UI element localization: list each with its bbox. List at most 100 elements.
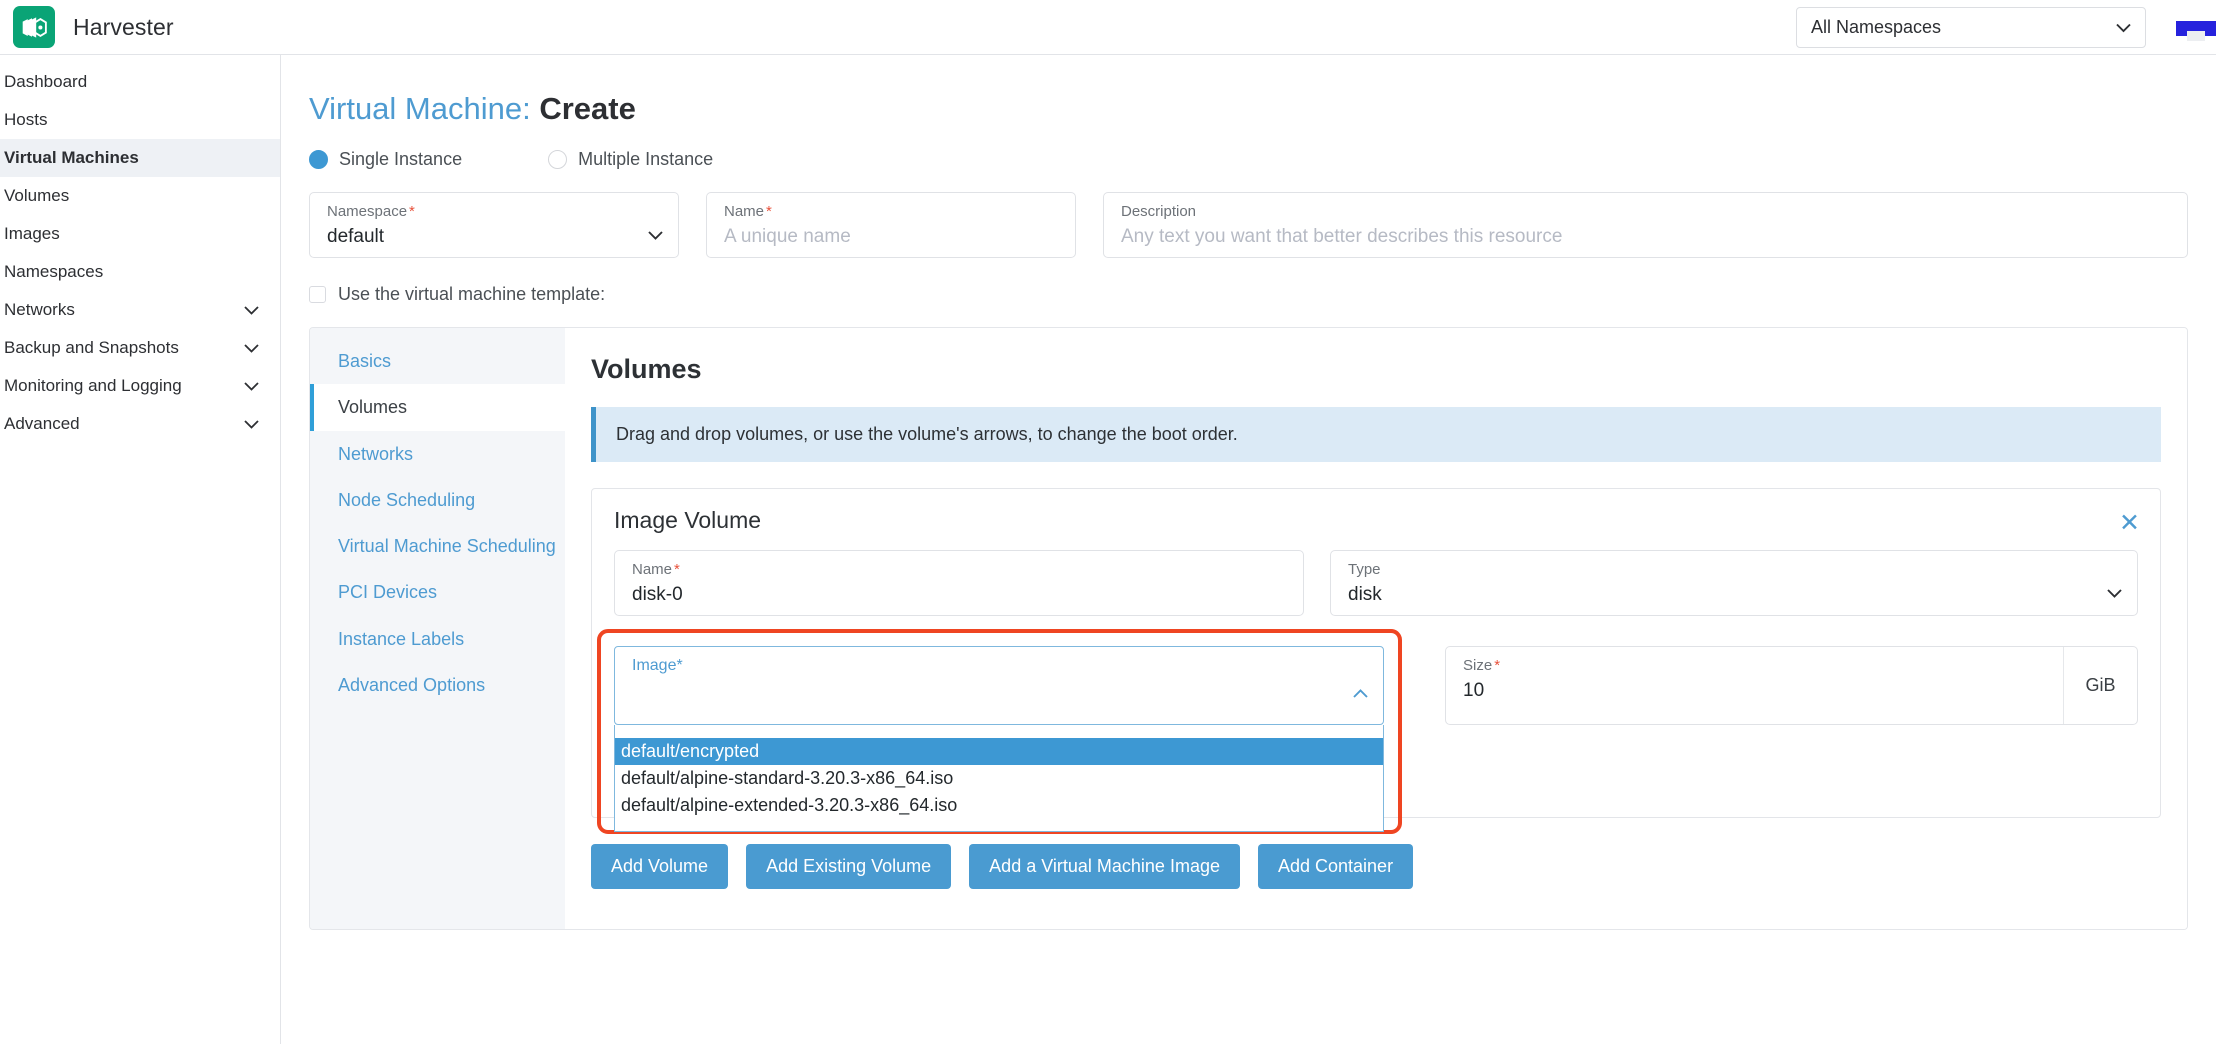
volume-name-type-row: Name* disk-0 Type disk xyxy=(614,550,2138,616)
tab-label: Virtual Machine Scheduling xyxy=(338,536,556,556)
namespace-filter-select[interactable]: All Namespaces xyxy=(1796,7,2146,48)
body-split: Dashboard Hosts Virtual Machines Volumes… xyxy=(0,55,2216,1044)
volume-name-input[interactable]: Name* disk-0 xyxy=(614,550,1304,616)
chevron-down-icon xyxy=(244,344,259,353)
harvester-logo-icon xyxy=(13,6,55,48)
close-icon[interactable]: ✕ xyxy=(2119,511,2140,536)
sidebar-item-virtual-machines[interactable]: Virtual Machines xyxy=(0,139,280,177)
add-virtual-machine-image-button[interactable]: Add a Virtual Machine Image xyxy=(969,844,1240,889)
sidebar-item-label: Dashboard xyxy=(4,72,265,92)
tab-instance-labels[interactable]: Instance Labels xyxy=(310,616,565,662)
sidebar-item-networks[interactable]: Networks xyxy=(0,291,280,329)
volume-size-input[interactable]: Size* 10 GiB xyxy=(1445,646,2138,725)
sidebar-item-label: Monitoring and Logging xyxy=(4,376,244,396)
radio-unselected-icon xyxy=(548,150,567,169)
tab-label: Node Scheduling xyxy=(338,490,475,510)
chevron-down-icon xyxy=(244,420,259,429)
chevron-down-icon xyxy=(244,382,259,391)
chevron-up-icon xyxy=(1353,689,1368,698)
volume-size-value: 10 xyxy=(1463,680,2063,702)
tab-label: Instance Labels xyxy=(338,629,464,649)
description-placeholder: Any text you want that better describes … xyxy=(1121,226,2170,248)
use-template-checkbox-row[interactable]: Use the virtual machine template: xyxy=(309,284,2188,305)
namespace-select[interactable]: Namespace* default xyxy=(309,192,679,258)
harvester-app: Harvester All Namespaces Dashboard Hosts xyxy=(0,0,2216,1044)
sidebar-item-label: Namespaces xyxy=(4,262,265,282)
volume-size-label: Size* xyxy=(1463,657,2063,675)
brand-name: Harvester xyxy=(73,14,174,41)
sidebar-item-label: Volumes xyxy=(4,186,265,206)
chevron-down-icon xyxy=(244,306,259,315)
tab-volumes[interactable]: Volumes xyxy=(310,384,565,430)
volumes-tab-content: Volumes Drag and drop volumes, or use th… xyxy=(565,328,2187,929)
sidebar-item-label: Backup and Snapshots xyxy=(4,338,244,358)
sidebar-item-dashboard[interactable]: Dashboard xyxy=(0,63,280,101)
chevron-down-icon xyxy=(2116,23,2131,32)
add-volume-button[interactable]: Add Volume xyxy=(591,844,728,889)
radio-selected-icon xyxy=(309,150,328,169)
image-select-wrapper: Image* default/encrypted default/alp xyxy=(614,646,1419,725)
sidebar-item-label: Images xyxy=(4,224,265,244)
config-tab-list: Basics Volumes Networks Node Scheduling … xyxy=(310,328,565,929)
user-avatar[interactable] xyxy=(2176,15,2216,41)
tab-advanced-options[interactable]: Advanced Options xyxy=(310,662,565,708)
page-title-prefix: Virtual Machine: xyxy=(309,91,531,126)
radio-label: Single Instance xyxy=(339,149,462,170)
add-container-button[interactable]: Add Container xyxy=(1258,844,1413,889)
volume-name-value: disk-0 xyxy=(632,584,1286,606)
sidebar-item-label: Networks xyxy=(4,300,244,320)
sidebar-item-label: Virtual Machines xyxy=(4,148,265,168)
tab-label: Basics xyxy=(338,351,391,371)
header-right-group: All Namespaces xyxy=(1796,0,2216,55)
tab-basics[interactable]: Basics xyxy=(310,338,565,384)
image-volume-card: Image Volume ✕ Name* disk-0 xyxy=(591,488,2161,818)
brand: Harvester xyxy=(0,6,281,48)
vm-config-panel: Basics Volumes Networks Node Scheduling … xyxy=(309,327,2188,930)
tab-node-scheduling[interactable]: Node Scheduling xyxy=(310,477,565,523)
image-select[interactable]: Image* xyxy=(614,646,1384,725)
metadata-form-row: Namespace* default Name* A unique name xyxy=(309,192,2188,258)
description-input[interactable]: Description Any text you want that bette… xyxy=(1103,192,2188,258)
add-existing-volume-button[interactable]: Add Existing Volume xyxy=(746,844,951,889)
chevron-down-icon xyxy=(648,231,663,240)
sidebar-item-namespaces[interactable]: Namespaces xyxy=(0,253,280,291)
tab-label: Volumes xyxy=(338,397,407,417)
top-header: Harvester All Namespaces xyxy=(0,0,2216,55)
sidebar-item-volumes[interactable]: Volumes xyxy=(0,177,280,215)
name-label: Name* xyxy=(724,203,1058,221)
sidebar-item-backup-and-snapshots[interactable]: Backup and Snapshots xyxy=(0,329,280,367)
image-option-alpine-standard[interactable]: default/alpine-standard-3.20.3-x86_64.is… xyxy=(615,765,1383,792)
volume-image-size-row: Image* default/encrypted default/alp xyxy=(614,646,2138,725)
sidebar-item-label: Hosts xyxy=(4,110,265,130)
sidebar-item-monitoring-and-logging[interactable]: Monitoring and Logging xyxy=(0,367,280,405)
volume-type-label: Type xyxy=(1348,561,2120,579)
volume-name-label: Name* xyxy=(632,561,1286,579)
tab-networks[interactable]: Networks xyxy=(310,431,565,477)
sidebar-item-advanced[interactable]: Advanced xyxy=(0,405,280,443)
tab-label: PCI Devices xyxy=(338,582,437,602)
tab-label: Advanced Options xyxy=(338,675,485,695)
tab-pci-devices[interactable]: PCI Devices xyxy=(310,569,565,615)
volume-card-title: Image Volume xyxy=(614,507,2138,534)
section-heading: Volumes xyxy=(591,354,2161,385)
image-label: Image* xyxy=(632,657,1366,675)
volume-size-unit: GiB xyxy=(2063,647,2137,724)
name-placeholder: A unique name xyxy=(724,226,1058,248)
namespace-label: Namespace* xyxy=(327,203,661,221)
radio-single-instance[interactable]: Single Instance xyxy=(309,149,462,170)
tab-virtual-machine-scheduling[interactable]: Virtual Machine Scheduling xyxy=(310,523,565,569)
chevron-down-icon xyxy=(2107,589,2122,598)
volume-type-value: disk xyxy=(1348,584,2120,606)
instance-mode-radio-group: Single Instance Multiple Instance xyxy=(309,149,2188,170)
image-option-default-encrypted[interactable]: default/encrypted xyxy=(615,738,1383,765)
image-option-alpine-extended[interactable]: default/alpine-extended-3.20.3-x86_64.is… xyxy=(615,792,1383,819)
sidebar-item-images[interactable]: Images xyxy=(0,215,280,253)
sidebar-item-hosts[interactable]: Hosts xyxy=(0,101,280,139)
name-input[interactable]: Name* A unique name xyxy=(706,192,1076,258)
sidebar-nav: Dashboard Hosts Virtual Machines Volumes… xyxy=(0,55,281,1044)
checkbox-unchecked-icon[interactable] xyxy=(309,286,326,303)
volume-action-buttons: Add Volume Add Existing Volume Add a Vir… xyxy=(591,844,2161,889)
radio-multiple-instance[interactable]: Multiple Instance xyxy=(548,149,713,170)
volume-type-select[interactable]: Type disk xyxy=(1330,550,2138,616)
image-options-dropdown: default/encrypted default/alpine-standar… xyxy=(614,725,1384,832)
